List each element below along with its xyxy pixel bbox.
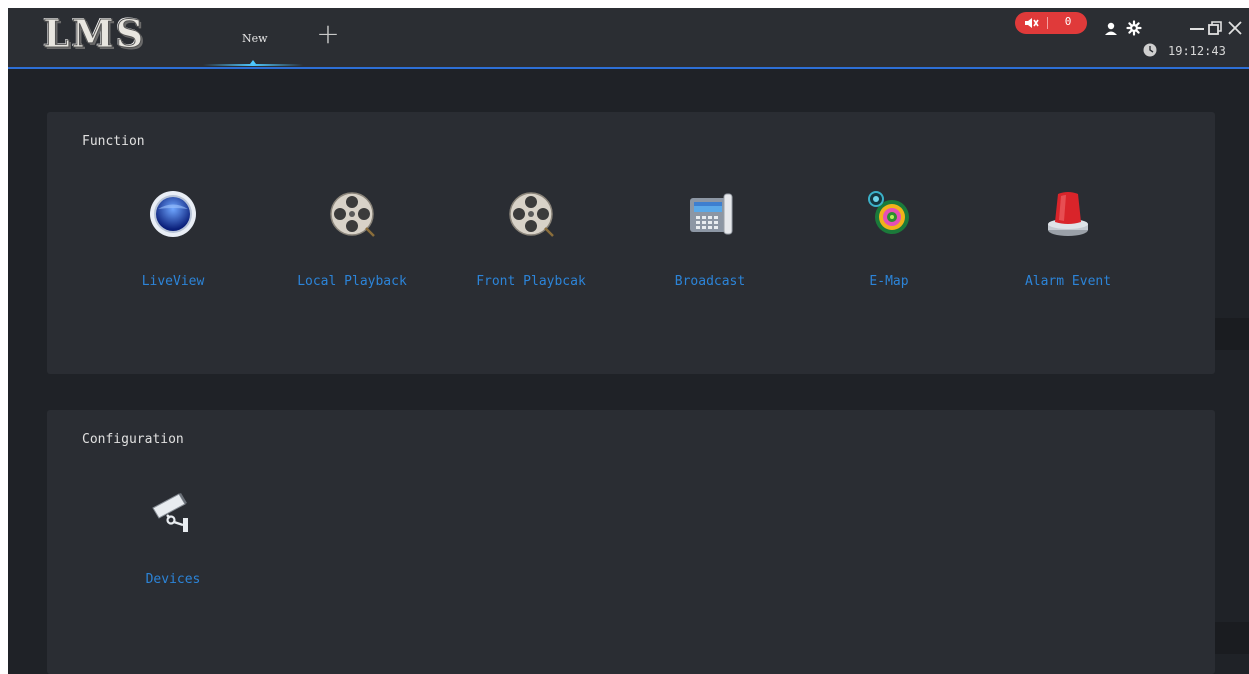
camera-icon	[152, 493, 188, 532]
configuration-panel: Configuration Devices	[47, 410, 1215, 674]
function-title: Function	[82, 134, 145, 149]
function-label: Broadcast	[674, 274, 746, 289]
film-reel-icon	[509, 192, 554, 237]
function-label: Alarm Event	[1024, 274, 1112, 289]
function-item-emap[interactable]: E-Map	[824, 190, 954, 310]
tab-label: New	[242, 32, 268, 45]
panel-edge-divider	[1215, 318, 1249, 350]
add-tab-button[interactable]: +	[315, 20, 341, 48]
function-item-front-playback[interactable]: Front Playbcak	[466, 190, 596, 310]
telephone-icon	[690, 193, 733, 235]
user-icon[interactable]	[1103, 21, 1119, 37]
configuration-title: Configuration	[82, 432, 184, 447]
function-item-alarm-event[interactable]: Alarm Event	[1003, 190, 1133, 310]
app-window: LMS New + 0 19:12:43 Function LiveView L…	[8, 8, 1249, 674]
alarm-count-badge[interactable]: 0	[1015, 12, 1087, 34]
title-bar: LMS New + 0 19:12:43	[8, 8, 1249, 69]
panel-edge-divider	[1215, 622, 1249, 654]
configuration-item-devices[interactable]: Devices	[108, 488, 238, 608]
tab-new[interactable]: New	[193, 8, 309, 66]
alarm-count: 0	[1064, 15, 1072, 28]
function-label: E-Map	[869, 274, 909, 289]
app-logo: LMS	[42, 11, 146, 57]
configuration-label: Devices	[145, 572, 201, 587]
restore-icon[interactable]	[1207, 20, 1223, 36]
function-label: LiveView	[141, 274, 205, 289]
clock-icon	[1143, 43, 1157, 57]
minimize-icon[interactable]	[1189, 20, 1205, 36]
mute-icon	[1025, 18, 1039, 28]
title-bar-accent-line	[8, 67, 1249, 69]
close-icon[interactable]	[1227, 20, 1243, 36]
function-item-liveview[interactable]: LiveView	[108, 190, 238, 310]
function-label: Front Playbcak	[476, 274, 586, 289]
film-reel-icon	[330, 192, 375, 237]
active-tab-caret	[250, 60, 256, 64]
function-item-local-playback[interactable]: Local Playback	[287, 190, 417, 310]
function-panel: Function LiveView Local Playback Front P…	[47, 112, 1215, 374]
function-label: Local Playback	[297, 274, 407, 289]
function-item-broadcast[interactable]: Broadcast	[645, 190, 775, 310]
map-target-icon	[868, 191, 909, 234]
badge-separator	[1047, 17, 1048, 29]
active-tab-indicator	[203, 64, 303, 66]
gear-icon[interactable]	[1126, 20, 1142, 36]
alarm-light-icon	[1048, 192, 1088, 236]
liveview-icon	[150, 191, 196, 237]
clock-time: 19:12:43	[1168, 44, 1226, 58]
